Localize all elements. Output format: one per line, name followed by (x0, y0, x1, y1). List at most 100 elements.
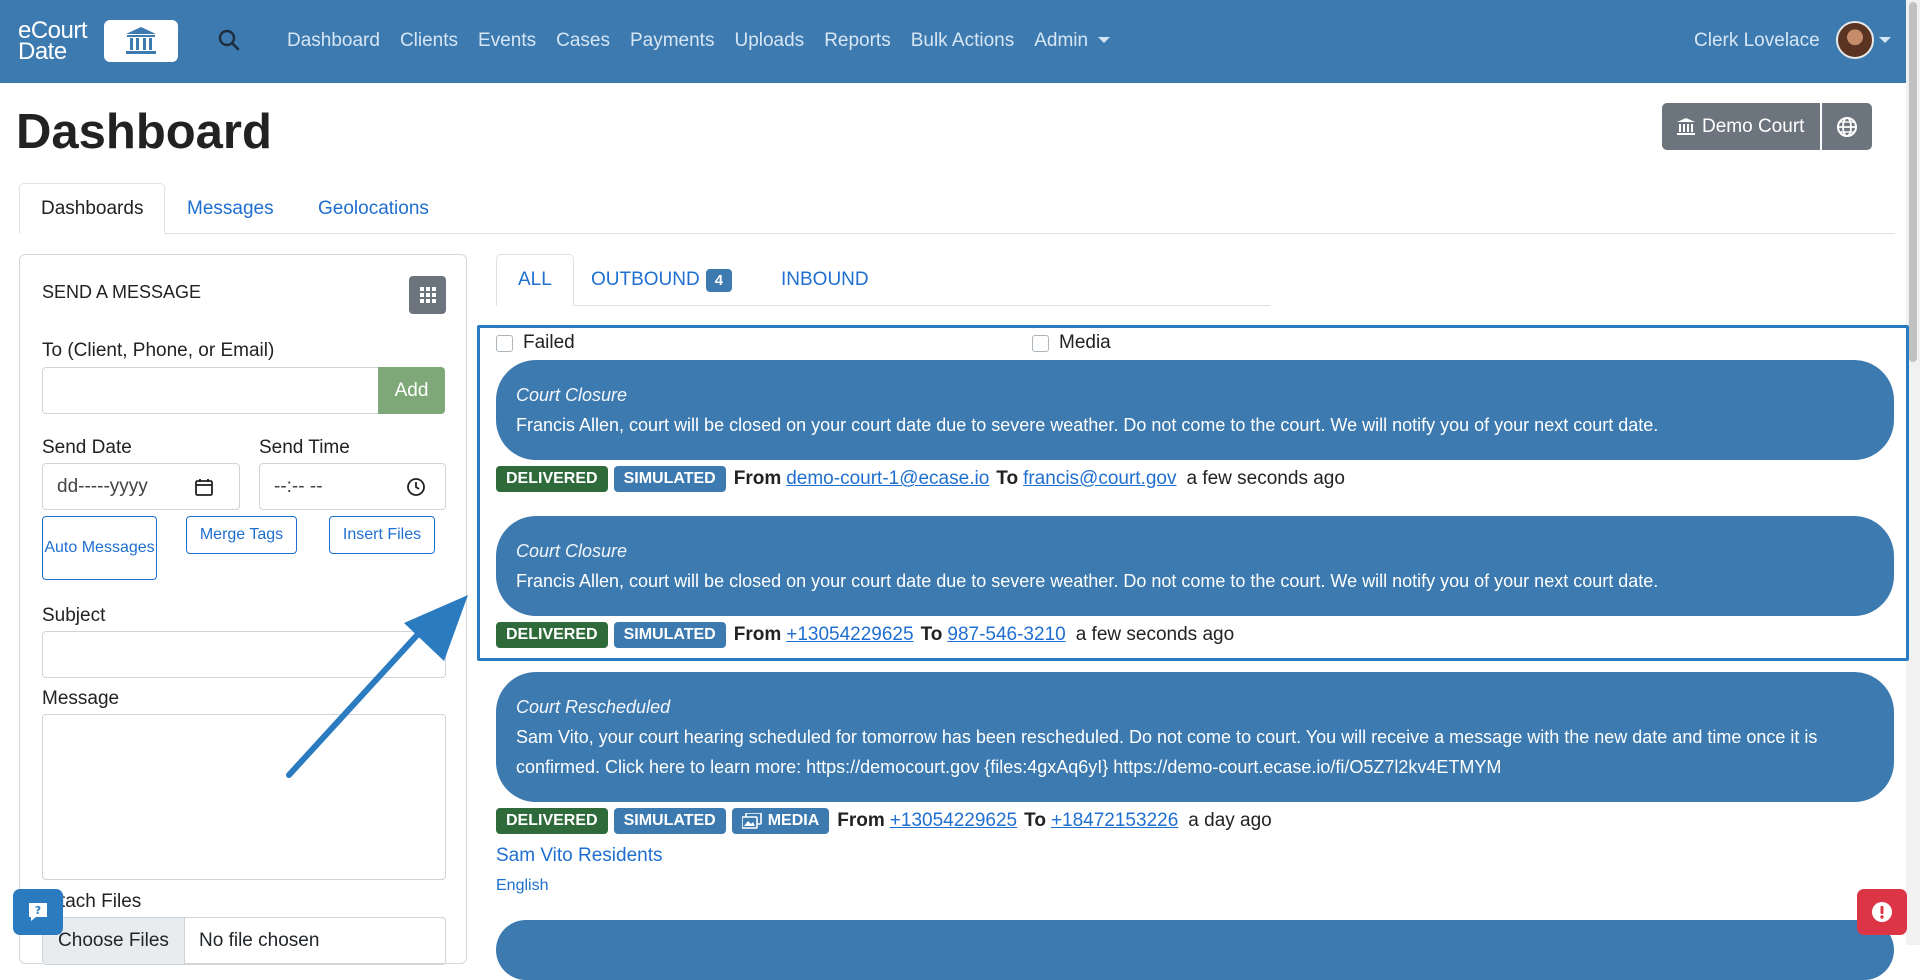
from-label: From (733, 468, 782, 489)
clock-icon[interactable] (406, 477, 426, 497)
to-link[interactable]: 987-546-3210 (947, 624, 1065, 646)
from-label: From (837, 810, 885, 831)
brand-text: eCourt Date (18, 17, 88, 65)
mode-badge: SIMULATED (613, 808, 726, 834)
svg-text:?: ? (35, 904, 41, 917)
no-file-text: No file chosen (199, 930, 320, 951)
nav-reports[interactable]: Reports (824, 30, 891, 52)
court-switcher: Demo Court (1662, 103, 1873, 150)
to-link[interactable]: +18472153226 (1051, 810, 1178, 832)
nav-cases[interactable]: Cases (556, 30, 610, 52)
message-meta: DELIVERED SIMULATED MEDIA From +13054229… (496, 808, 1272, 834)
avatar[interactable] (1836, 21, 1874, 59)
help-chat-button[interactable]: ? (13, 889, 63, 935)
nav-events[interactable]: Events (478, 30, 536, 52)
failed-checkbox[interactable] (496, 334, 513, 352)
status-badge: DELIVERED (496, 808, 608, 834)
tab-all[interactable]: ALL (496, 254, 574, 306)
message-body: Francis Allen, court will be closed on y… (516, 571, 1659, 591)
media-label: Media (1059, 332, 1111, 353)
message-meta: DELIVERED SIMULATED From demo-court-1@ec… (496, 466, 1345, 492)
auto-messages-button[interactable]: Auto Messages (42, 516, 157, 580)
annotation-arrow (286, 595, 468, 778)
help-icon: ? (29, 903, 47, 921)
status-badge: DELIVERED (496, 622, 608, 648)
to-link[interactable]: francis@court.gov (1023, 468, 1176, 490)
message-bubble[interactable] (496, 920, 1894, 980)
mode-badge: SIMULATED (613, 622, 726, 648)
from-label: From (733, 624, 782, 645)
from-link[interactable]: demo-court-1@ecase.io (786, 468, 989, 490)
search-icon[interactable] (218, 29, 240, 56)
tab-dashboards[interactable]: Dashboards (19, 183, 166, 234)
failed-label: Failed (523, 332, 575, 353)
from-link[interactable]: +13054229625 (890, 810, 1017, 832)
tab-geolocations[interactable]: Geolocations (297, 183, 450, 234)
status-badge: DELIVERED (496, 466, 608, 492)
nav-uploads[interactable]: Uploads (734, 30, 804, 52)
file-input[interactable]: Choose Files No file chosen (42, 917, 446, 965)
grid-icon[interactable] (409, 276, 446, 314)
timestamp: a day ago (1188, 810, 1272, 831)
tab-inbound[interactable]: INBOUND (760, 254, 890, 306)
nav-dashboard[interactable]: Dashboard (287, 30, 380, 52)
message-subject: Court Closure (516, 385, 628, 405)
subject-label: Subject (42, 605, 106, 626)
message-meta: DELIVERED SIMULATED From +13054229625 To… (496, 622, 1234, 648)
brand-logo[interactable]: eCourt Date (18, 17, 178, 65)
add-button[interactable]: Add (378, 367, 445, 414)
insert-files-button[interactable]: Insert Files (329, 516, 435, 554)
send-date-label: Send Date (42, 437, 132, 458)
message-subject: Court Rescheduled (516, 697, 671, 717)
send-time-placeholder: --:-- -- (274, 476, 323, 497)
failed-filter[interactable]: Failed (496, 332, 575, 354)
globe-icon[interactable] (1822, 103, 1873, 150)
nav-clients[interactable]: Clients (400, 30, 458, 52)
message-body: Francis Allen, court will be closed on y… (516, 415, 1659, 435)
to-label: To (Client, Phone, or Email) (42, 340, 275, 361)
nav-admin-dropdown[interactable]: Admin (1034, 30, 1111, 52)
nav-bulk-actions[interactable]: Bulk Actions (911, 30, 1015, 52)
tab-messages[interactable]: Messages (166, 183, 295, 234)
group-link[interactable]: Sam Vito Residents (496, 845, 663, 867)
chevron-down-icon (1098, 37, 1111, 43)
main-tabs: Dashboards Messages Geolocations (19, 183, 1895, 234)
alert-button[interactable] (1857, 889, 1907, 935)
message-bubble[interactable]: Court Closure Francis Allen, court will … (496, 360, 1894, 460)
from-link[interactable]: +13054229625 (786, 624, 913, 646)
media-checkbox[interactable] (1032, 334, 1049, 352)
send-time-field[interactable]: --:-- -- (259, 463, 446, 510)
media-filter[interactable]: Media (1032, 332, 1111, 354)
card-title: SEND A MESSAGE (42, 282, 202, 302)
exclamation-icon (1872, 902, 1892, 922)
outbound-count-badge: 4 (705, 268, 733, 292)
chevron-down-icon[interactable] (1879, 37, 1891, 43)
timestamp: a few seconds ago (1186, 468, 1345, 489)
courthouse-icon (104, 20, 178, 62)
message-bubble[interactable]: Court Closure Francis Allen, court will … (496, 516, 1894, 616)
timestamp: a few seconds ago (1075, 624, 1235, 645)
court-button[interactable]: Demo Court (1662, 103, 1821, 150)
to-input[interactable] (42, 367, 380, 414)
main-nav: Dashboard Clients Events Cases Payments … (287, 30, 1111, 52)
choose-files-button[interactable]: Choose Files (43, 918, 185, 964)
media-badge: MEDIA (731, 808, 830, 834)
merge-tags-button[interactable]: Merge Tags (186, 516, 297, 554)
to-label: To (996, 468, 1019, 489)
images-icon (741, 813, 762, 829)
courthouse-icon (1677, 118, 1695, 135)
nav-payments[interactable]: Payments (630, 30, 714, 52)
top-navbar: eCourt Date Dashboard Clients Events Cas… (0, 0, 1920, 83)
tab-outbound[interactable]: OUTBOUND 4 (570, 254, 753, 306)
calendar-icon[interactable] (194, 477, 214, 497)
send-time-label: Send Time (259, 437, 350, 458)
scrollbar-thumb[interactable] (1909, 2, 1917, 362)
court-button-label: Demo Court (1702, 115, 1805, 137)
message-body: Sam Vito, your court hearing scheduled f… (516, 727, 1818, 777)
send-date-placeholder: dd-----yyyy (57, 476, 148, 497)
to-label: To (920, 624, 943, 645)
send-date-field[interactable]: dd-----yyyy (42, 463, 240, 510)
user-name[interactable]: Clerk Lovelace (1694, 30, 1820, 52)
language-link[interactable]: English (496, 877, 548, 895)
message-bubble[interactable]: Court Rescheduled Sam Vito, your court h… (496, 672, 1894, 802)
